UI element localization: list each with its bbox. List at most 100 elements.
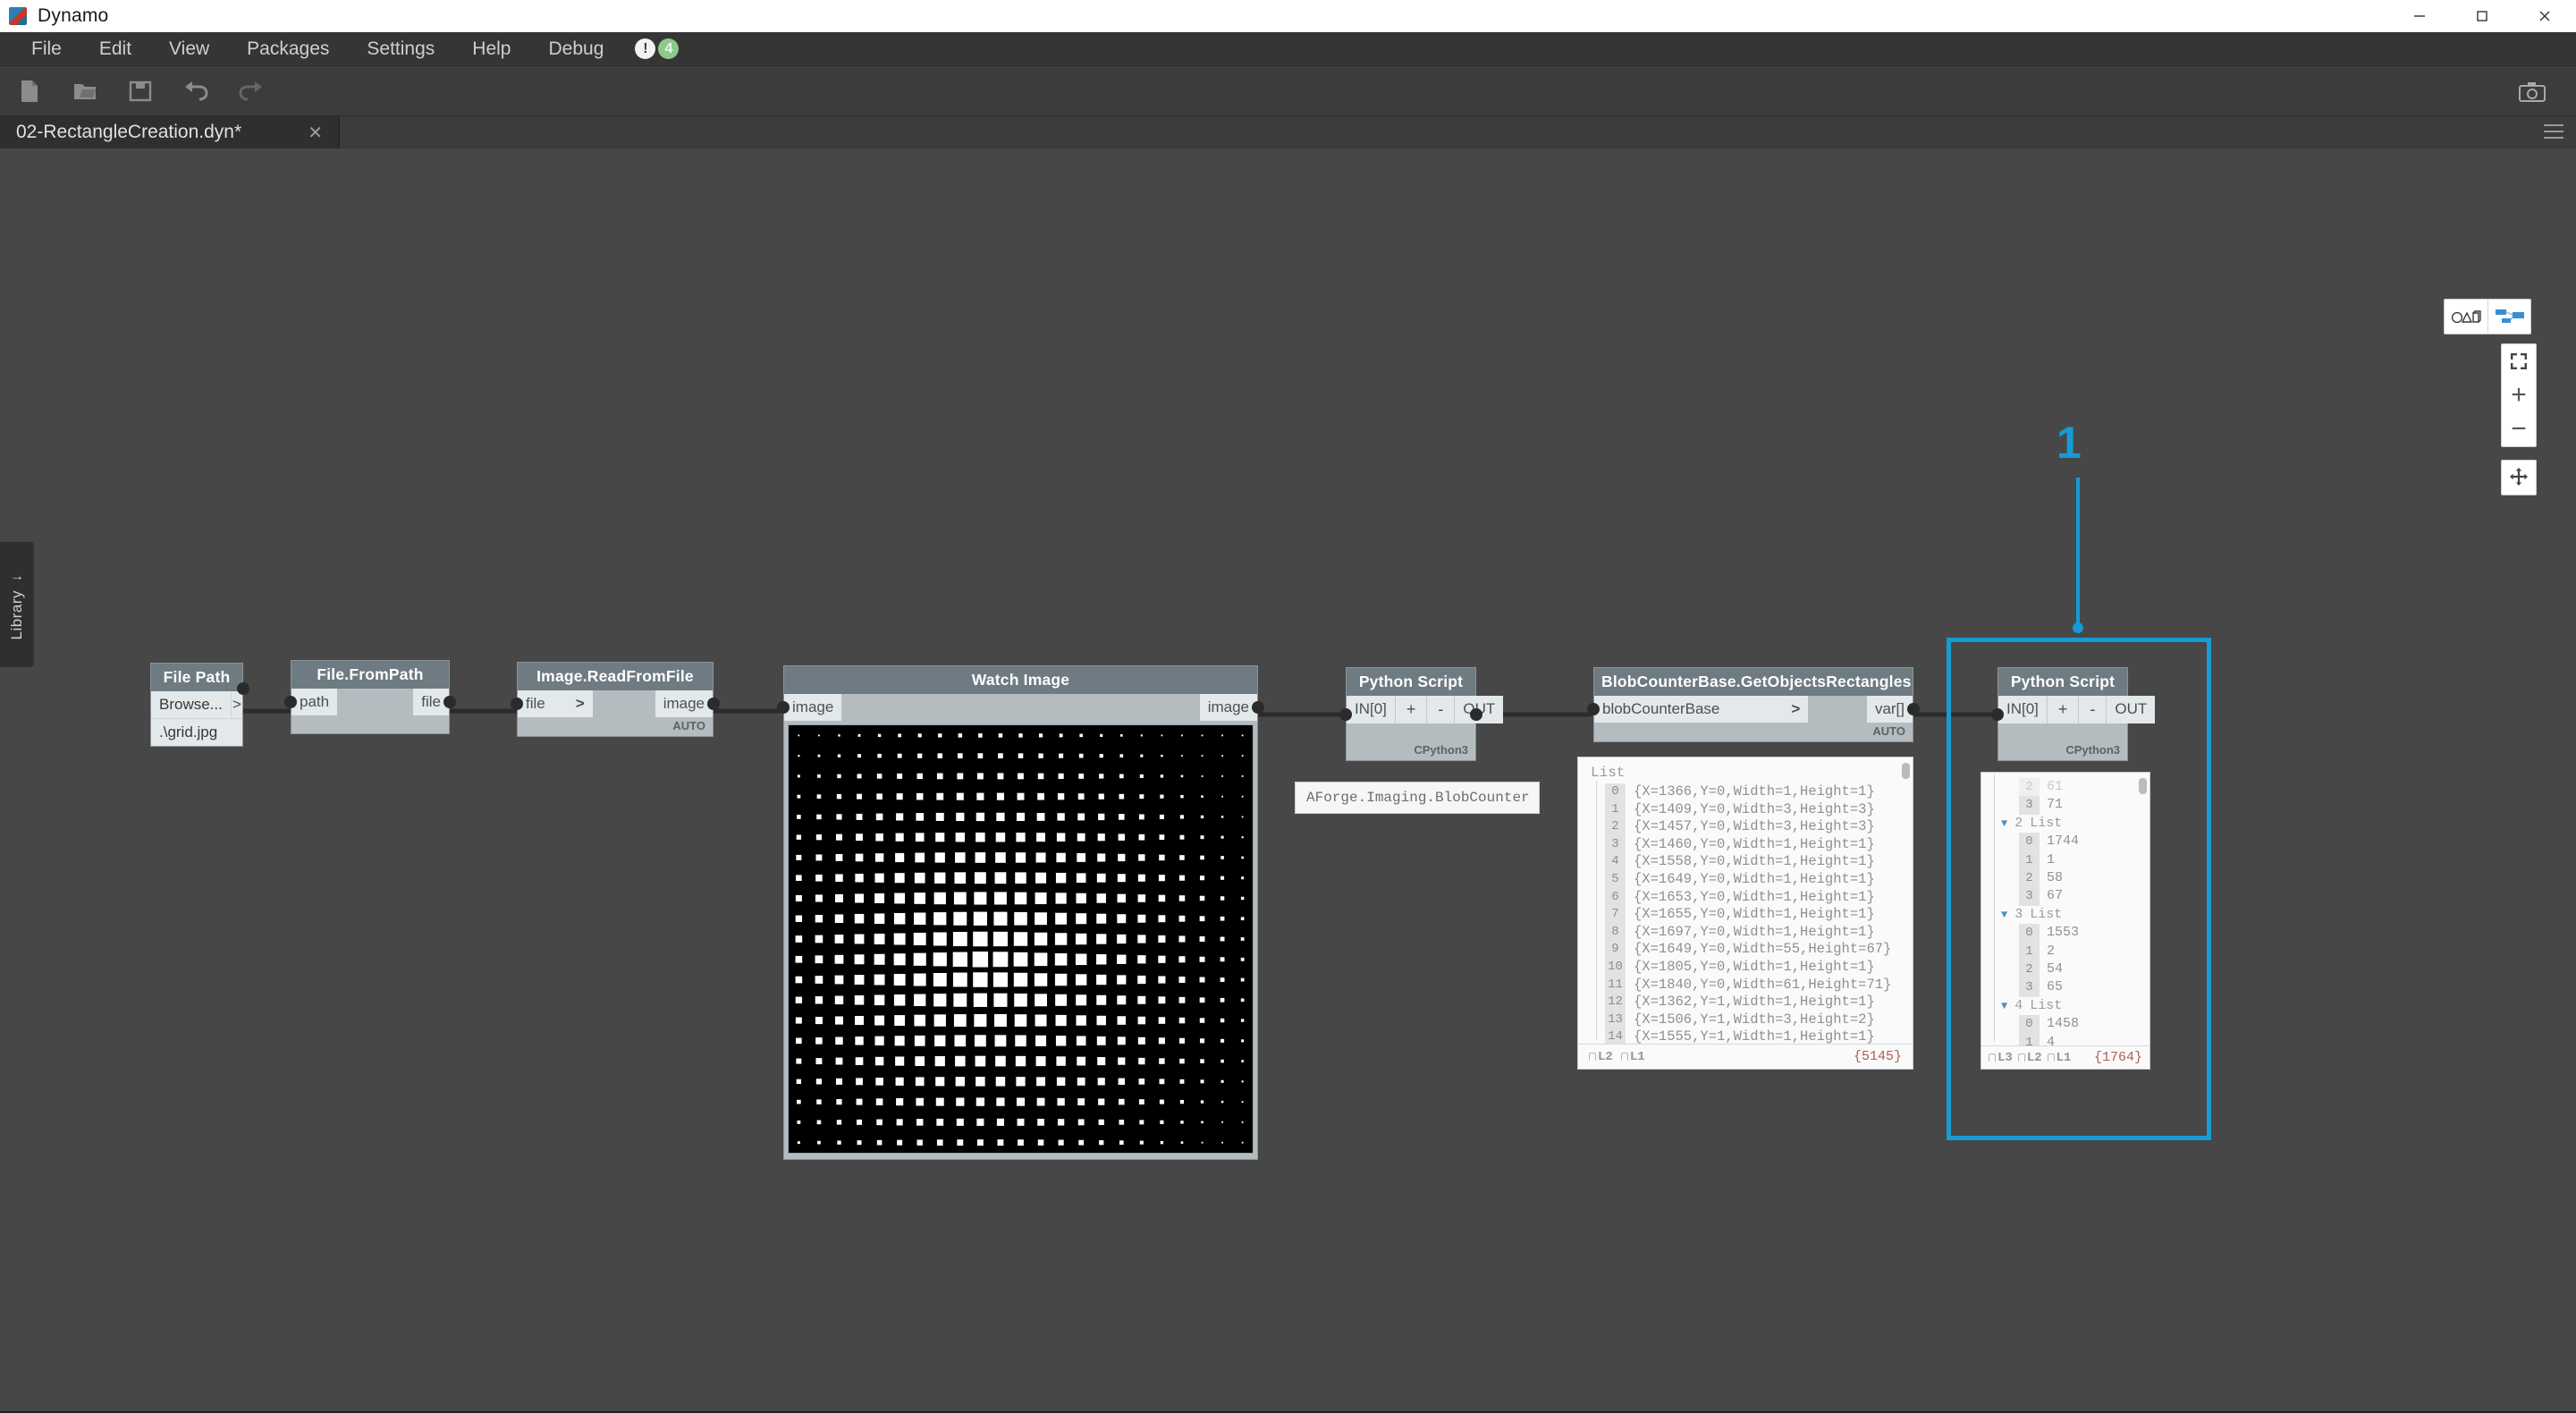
close-tab-icon[interactable]: ✕ — [300, 122, 330, 144]
preview-panel-rectangles[interactable]: List 0 {X=1366,Y=0,Width=1,Height=1} 1 {X=1… — [1577, 757, 1913, 1070]
level-badge-l2[interactable]: L2 — [2017, 1051, 2042, 1065]
menu-item-view[interactable]: View — [150, 32, 228, 66]
menu-item-packages[interactable]: Packages — [228, 32, 348, 66]
level-badge-l2[interactable]: L2 — [1589, 1050, 1613, 1064]
menu-item-debug[interactable]: Debug — [530, 32, 623, 66]
menu-item-edit[interactable]: Edit — [80, 32, 150, 66]
tree-item-value: 1 — [2047, 851, 2056, 867]
output-port-var[interactable]: var[] — [1866, 696, 1913, 723]
chevron-right-icon[interactable]: > — [1791, 700, 1800, 718]
list-item-index: 14 — [1605, 1028, 1626, 1044]
close-icon[interactable] — [2513, 0, 2576, 32]
add-input-button[interactable]: + — [2046, 696, 2079, 723]
menu-item-settings[interactable]: Settings — [348, 32, 453, 66]
chevron-right-icon[interactable]: > — [576, 695, 585, 713]
preview-list-item: 8 {X=1697,Y=0,Width=1,Height=1} — [1591, 923, 1913, 942]
node-python-script-2[interactable]: Python Script IN[0] + - OUT CPython3 — [1991, 667, 2156, 761]
zoom-in-button[interactable]: + — [2501, 378, 2537, 412]
preview-scrollbar[interactable] — [1902, 763, 1910, 779]
new-file-icon[interactable] — [14, 76, 45, 106]
output-port-image[interactable]: image — [1199, 694, 1257, 721]
preview-list-item: 12 {X=1362,Y=1,Width=1,Height=1} — [1591, 994, 1913, 1011]
remove-input-button[interactable]: - — [2078, 696, 2107, 723]
preview-tree-scroll[interactable]: 2 61 3 71 ▼ 2 List 0 1744 1 1 2 58 3 67 ▼ 3 List 0 1553 1 2 2 5… — [1981, 773, 2149, 1045]
node-ports-row: blobCounterBase > var[] — [1587, 696, 1920, 723]
add-input-button[interactable]: + — [1394, 696, 1427, 723]
view-mode-toggle[interactable] — [2444, 299, 2531, 334]
success-badge-icon[interactable]: 4 — [658, 38, 680, 59]
redo-icon[interactable] — [236, 76, 266, 106]
minimize-icon[interactable] — [2388, 0, 2451, 32]
camera-icon[interactable] — [2517, 77, 2547, 107]
input-port-in0[interactable]: IN[0] — [1998, 696, 2047, 723]
chevron-down-icon[interactable]: ▼ — [2001, 906, 2007, 924]
output-connector-dot[interactable] — [1907, 703, 1920, 715]
open-file-icon[interactable] — [70, 76, 100, 106]
graph-view-icon[interactable] — [2487, 300, 2530, 334]
input-connector-dot[interactable] — [284, 696, 297, 708]
graph-canvas[interactable]: → Library + − File Path Browse... > .\gr… — [0, 148, 2576, 1411]
preview-root-label: List — [1591, 765, 1626, 781]
preview-tree-item: 0 1458 — [1989, 1015, 2149, 1034]
zoom-out-button[interactable]: − — [2501, 412, 2537, 446]
maximize-icon[interactable] — [2451, 0, 2513, 32]
input-port-path[interactable]: path — [291, 689, 338, 715]
output-port-out[interactable]: OUT — [2106, 696, 2156, 723]
input-connector-dot[interactable] — [1339, 707, 1352, 721]
level-badge-l1[interactable]: L1 — [1620, 1050, 1645, 1064]
node-python-script-1[interactable]: Python Script IN[0] + - OUT CPython3 — [1339, 667, 1504, 761]
node-file-from-path[interactable]: File.FromPath path file — [284, 660, 456, 734]
save-icon[interactable] — [125, 76, 156, 106]
level-badge-l3[interactable]: L3 — [1989, 1051, 2013, 1065]
input-port-in0[interactable]: IN[0] — [1347, 696, 1395, 723]
tree-item-index: 2 — [2019, 869, 2040, 888]
tree-guide-line — [1596, 781, 1597, 1040]
browse-button[interactable]: Browse... — [151, 691, 231, 718]
output-connector-dot[interactable] — [237, 682, 249, 695]
node-blob-counter-rectangles[interactable]: BlobCounterBase.GetObjectsRectangles blo… — [1587, 667, 1920, 742]
preview-tree-group: ▼ 4 List — [1989, 997, 2149, 1015]
warning-badge-icon[interactable]: ! — [635, 38, 656, 59]
tab-menu-icon[interactable] — [2544, 124, 2563, 143]
geometry-view-icon[interactable] — [2445, 300, 2487, 334]
library-panel-toggle[interactable]: → Library — [0, 542, 34, 667]
node-watch-image[interactable]: Watch Image image image — [777, 665, 1264, 1160]
zoom-controls[interactable]: + − — [2501, 343, 2537, 447]
menu-item-help[interactable]: Help — [453, 32, 529, 66]
input-connector-dot[interactable] — [511, 698, 523, 710]
node-image-read-from-file[interactable]: Image.ReadFromFile file > image AUTO — [511, 662, 720, 737]
preview-list-scroll[interactable]: List 0 {X=1366,Y=0,Width=1,Height=1} 1 {X=1… — [1578, 757, 1913, 1044]
document-tab[interactable]: 02-RectangleCreation.dyn* ✕ — [0, 116, 340, 148]
node-title: File.FromPath — [291, 661, 449, 689]
input-port-image[interactable]: image — [784, 694, 842, 721]
chevron-down-icon[interactable]: ▼ — [2001, 997, 2007, 1015]
input-connector-dot[interactable] — [777, 701, 790, 714]
output-port-image[interactable]: image — [655, 690, 713, 717]
undo-icon[interactable] — [181, 76, 211, 106]
file-path-output-port[interactable]: > — [230, 691, 242, 718]
node-title: Python Script — [1347, 668, 1475, 696]
node-file-path[interactable]: File Path Browse... > .\grid.jpg — [150, 663, 249, 747]
output-connector-dot[interactable] — [1252, 701, 1264, 714]
preview-panel-tree[interactable]: 2 61 3 71 ▼ 2 List 0 1744 1 1 2 58 3 67 ▼ 3 List 0 1553 1 2 2 5… — [1981, 772, 2150, 1070]
chevron-down-icon[interactable]: ▼ — [2001, 815, 2007, 833]
input-connector-dot[interactable] — [1587, 703, 1600, 715]
level-badge-l1[interactable]: L1 — [2047, 1051, 2071, 1065]
output-connector-dot[interactable] — [1470, 707, 1482, 721]
pan-icon[interactable] — [2501, 460, 2537, 495]
output-connector-dot[interactable] — [707, 698, 720, 710]
input-port-blobcounterbase[interactable]: blobCounterBase > — [1594, 696, 1809, 723]
list-item-index: 2 — [1605, 818, 1626, 836]
zoom-to-fit-icon[interactable] — [2501, 344, 2537, 378]
preview-scrollbar[interactable] — [2139, 778, 2147, 794]
input-connector-dot[interactable] — [1991, 707, 2004, 721]
tree-item-value: 61 — [2047, 779, 2064, 794]
notification-badges: ! 4 — [635, 38, 680, 59]
tree-group-index: 3 — [2014, 906, 2023, 922]
file-path-browse-row[interactable]: Browse... > — [151, 682, 249, 719]
list-item-index: 7 — [1605, 906, 1626, 924]
input-port-file[interactable]: file > — [518, 690, 593, 717]
output-connector-dot[interactable] — [443, 696, 456, 708]
menu-item-file[interactable]: File — [13, 32, 80, 66]
remove-input-button[interactable]: - — [1426, 696, 1455, 723]
